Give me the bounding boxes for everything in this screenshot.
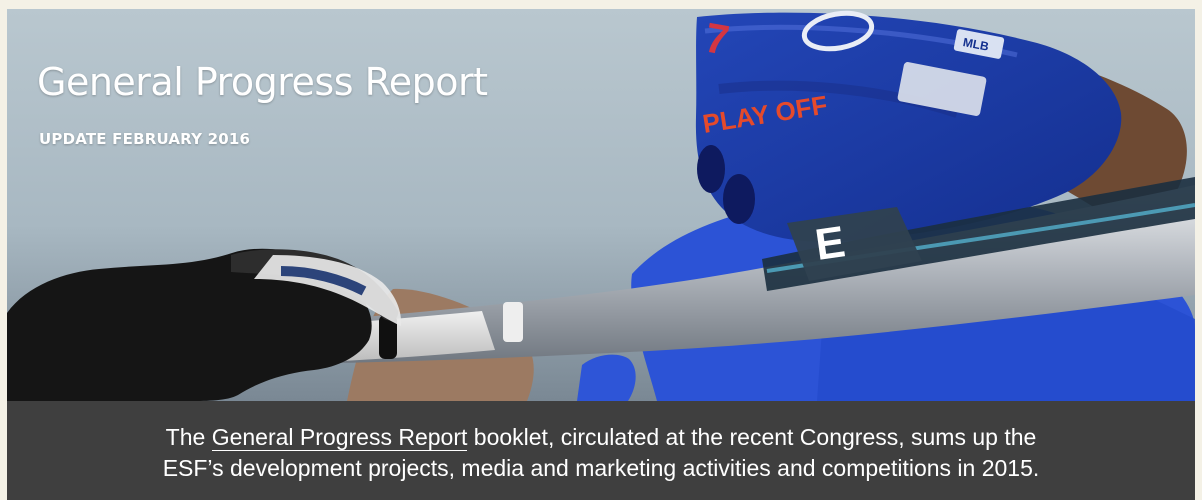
hero-subtitle: UPDATE FEBRUARY 2016 xyxy=(39,130,251,148)
caption-prefix: The xyxy=(165,424,212,450)
caption-suffix: booklet, circulated at the recent Congre… xyxy=(467,424,1037,450)
general-progress-report-link[interactable]: General Progress Report xyxy=(211,424,468,451)
caption-bar: The General Progress Report booklet, cir… xyxy=(7,401,1195,500)
faceguard-hole-left xyxy=(697,145,725,193)
hero-image: MLB 7 PLAY OFF E General Progress Report… xyxy=(7,9,1195,401)
caption-line-1: The General Progress Report booklet, cir… xyxy=(7,422,1195,453)
faceguard-hole-right xyxy=(723,174,755,224)
hero-title: General Progress Report xyxy=(37,60,488,104)
caption-line-2: ESF’s development projects, media and ma… xyxy=(162,455,1040,481)
article-banner: MLB 7 PLAY OFF E General Progress Report… xyxy=(7,9,1195,500)
